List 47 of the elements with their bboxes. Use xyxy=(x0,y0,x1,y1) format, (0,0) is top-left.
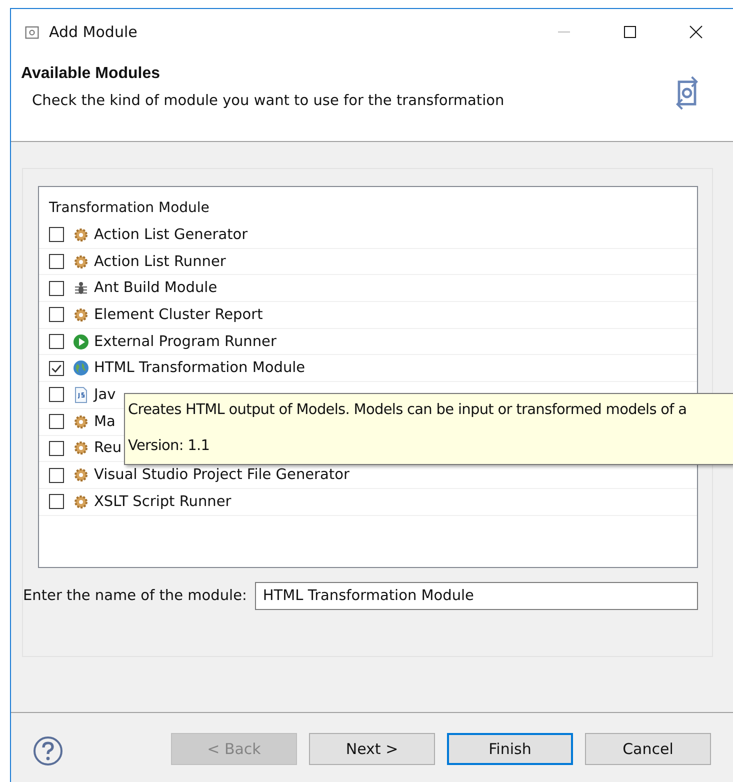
tooltip-text: Creates HTML output of Models. Models can be input or transformed models of a xyxy=(128,402,688,418)
dialog-button[interactable]: Next > xyxy=(309,733,435,765)
bug-icon xyxy=(73,280,89,296)
page-description: Check the kind of module you want to use for the transformation xyxy=(31,93,506,109)
checkbox[interactable] xyxy=(49,307,64,322)
checkbox[interactable] xyxy=(49,280,64,296)
module-name[interactable]: Jav xyxy=(94,386,116,403)
module-name[interactable]: Ma xyxy=(94,414,116,430)
script-file-icon xyxy=(73,386,89,403)
name-label: Enter the name of the module: xyxy=(23,588,247,604)
gear-icon xyxy=(73,254,89,270)
module-name[interactable]: External Program Runner xyxy=(94,334,276,350)
module-name[interactable]: XSLT Script Runner xyxy=(94,494,232,510)
module-name[interactable]: Action List Runner xyxy=(94,254,226,270)
module-name[interactable]: HTML Transformation Module xyxy=(94,360,306,376)
page-title: Available Modules xyxy=(21,65,161,83)
checkbox[interactable] xyxy=(49,227,64,242)
version-text: Version: 1.1 xyxy=(128,438,211,454)
checkbox[interactable] xyxy=(49,387,64,402)
checkbox[interactable] xyxy=(49,468,64,483)
column-header: Transformation Module xyxy=(48,199,210,218)
module-name[interactable]: Action List Generator xyxy=(94,226,248,243)
gear-icon xyxy=(73,440,89,456)
module-name[interactable]: Element Cluster Report xyxy=(94,306,263,323)
checkbox[interactable] xyxy=(49,254,64,270)
checkbox[interactable] xyxy=(49,360,64,376)
help-icon[interactable] xyxy=(33,736,63,766)
close-icon[interactable] xyxy=(689,25,703,39)
module-name[interactable]: Reu xyxy=(94,440,122,456)
gear-icon xyxy=(73,467,89,484)
play-icon xyxy=(73,334,89,350)
checkbox[interactable] xyxy=(49,440,64,456)
maximize-icon[interactable] xyxy=(623,25,637,39)
gear-icon xyxy=(73,306,89,323)
dialog-button[interactable]: Cancel xyxy=(585,733,711,765)
window-title: Add Module xyxy=(49,23,138,41)
checkbox[interactable] xyxy=(49,334,64,350)
module-name[interactable]: Visual Studio Project File Generator xyxy=(94,467,350,484)
module-name-field[interactable]: HTML Transformation Module xyxy=(254,582,698,610)
gear-icon xyxy=(73,494,89,510)
gear-icon xyxy=(73,414,89,430)
checkbox[interactable] xyxy=(49,414,64,430)
dialog-button[interactable]: Finish xyxy=(447,733,573,765)
checkbox[interactable] xyxy=(49,494,64,510)
gear-icon xyxy=(73,226,89,243)
globe-icon xyxy=(73,360,89,376)
module-name[interactable]: Ant Build Module xyxy=(94,280,218,296)
